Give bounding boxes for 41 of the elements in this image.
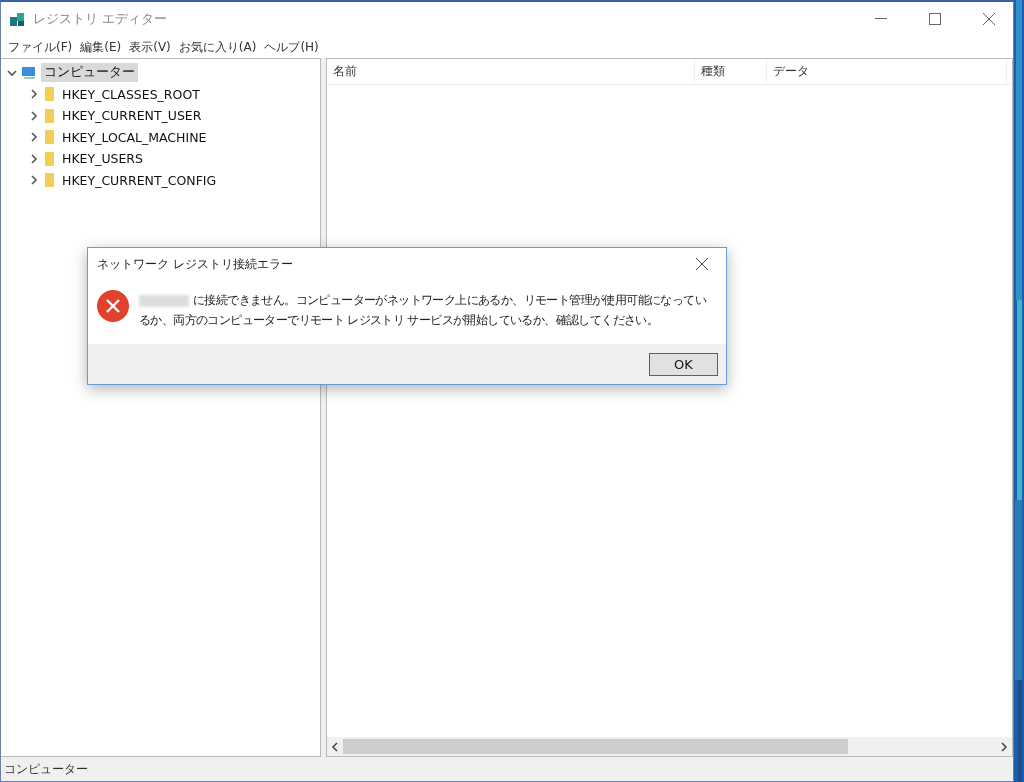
error-message: に接続できません。コンピューターがネットワーク上にあるか、リモート管理が使用可能になっているか、両方のコンピューターでリモート レジストリ サービスが開始しているか、確認してください。 [139, 292, 708, 329]
registry-cubes-icon [9, 10, 27, 28]
close-icon [696, 258, 708, 270]
folder-icon [43, 129, 55, 146]
column-header[interactable]: データ [767, 59, 1007, 84]
menu-item[interactable]: 表示(V) [126, 38, 174, 56]
tree-item[interactable]: HKEY_CURRENT_CONFIG [59, 171, 220, 189]
tree-item[interactable]: HKEY_LOCAL_MACHINE [59, 128, 210, 146]
menu-item[interactable]: ヘルプ(H) [261, 38, 322, 56]
column-header[interactable]: 種類 [695, 59, 767, 84]
column-header[interactable]: 名前 [327, 59, 695, 84]
tree-item[interactable]: HKEY_CURRENT_USER [59, 107, 205, 125]
scroll-right-icon[interactable] [1000, 741, 1008, 752]
menu-item[interactable]: お気に入り(A) [175, 38, 260, 56]
menu-item[interactable]: ファイル(F) [5, 38, 76, 56]
folder-icon [43, 86, 55, 103]
scroll-left-icon[interactable] [331, 741, 339, 752]
minimize-icon [875, 18, 887, 20]
folder-icon [43, 172, 55, 189]
tree-item[interactable]: HKEY_CLASSES_ROOT [59, 85, 203, 103]
horizontal-scrollbar[interactable] [327, 737, 1012, 756]
chevron-down-icon[interactable] [7, 67, 17, 78]
dialog-title: ネットワーク レジストリ接続エラー [97, 255, 294, 273]
ok-button[interactable]: OK [649, 352, 718, 376]
window-title: レジストリ エディター [33, 10, 169, 28]
chevron-right-icon[interactable] [29, 110, 39, 121]
error-icon [97, 290, 129, 322]
menu-item[interactable]: 編集(E) [77, 38, 125, 56]
close-icon [983, 13, 995, 25]
computer-icon [21, 65, 37, 80]
maximize-icon [929, 13, 941, 25]
folder-icon [43, 107, 55, 124]
tree-item[interactable]: コンピューター [41, 63, 138, 83]
scrollbar-thumb[interactable] [343, 739, 848, 754]
status-bar: コンピューター [1, 757, 1013, 781]
tree-item[interactable]: HKEY_USERS [59, 150, 146, 168]
chevron-right-icon[interactable] [29, 89, 39, 100]
chevron-right-icon[interactable] [29, 153, 39, 164]
folder-icon [43, 150, 55, 167]
chevron-right-icon[interactable] [29, 175, 39, 186]
chevron-right-icon[interactable] [29, 132, 39, 143]
